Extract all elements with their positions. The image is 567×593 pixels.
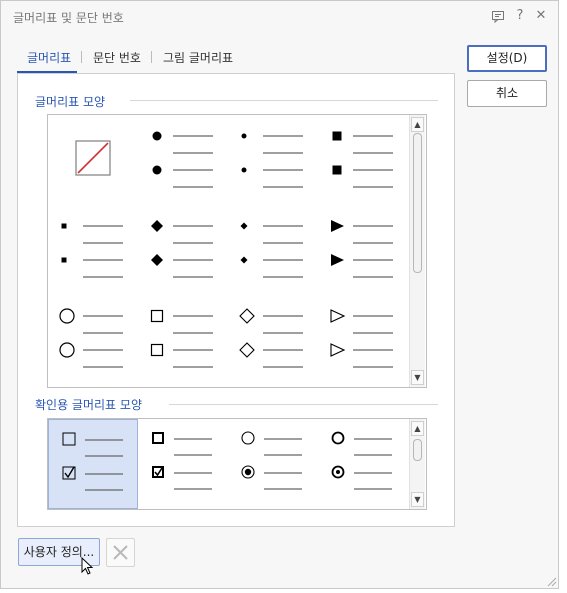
checkbox-style-bold-square-checkbox[interactable] <box>138 419 228 509</box>
scroll-thumb[interactable] <box>413 133 422 273</box>
scroll-down-icon[interactable]: ▼ <box>411 370 424 385</box>
bullet-grid-scrollbar[interactable]: ▲ ▼ <box>409 115 425 387</box>
close-icon[interactable]: ✕ <box>533 8 549 24</box>
scroll-up-icon[interactable]: ▲ <box>411 421 424 436</box>
small-diamond-icon <box>240 222 303 278</box>
tab-bullets[interactable]: 글머리표 <box>27 49 71 66</box>
scroll-down-icon[interactable]: ▼ <box>411 492 424 507</box>
filled-diamond-icon <box>151 220 213 278</box>
filled-square-icon <box>332 131 393 188</box>
tab-separator <box>151 51 152 63</box>
hollow-triangle-icon <box>330 309 393 368</box>
bullet-style-filled-diamond[interactable] <box>138 205 228 295</box>
checkbox-shapes-label: 확인용 글머리표 모양 <box>35 398 142 412</box>
radio-circle-icon <box>241 431 302 490</box>
checkbox-grid-scrollbar[interactable]: ▲ ▼ <box>409 419 425 509</box>
bullet-style-hollow-diamond[interactable] <box>228 295 318 385</box>
bullet-style-filled-circle[interactable] <box>138 115 228 205</box>
bullet-style-small-dot[interactable] <box>228 115 318 205</box>
scroll-up-icon[interactable]: ▲ <box>411 117 424 132</box>
bullet-style-filled-triangle[interactable] <box>318 205 408 295</box>
mouse-cursor-icon <box>81 557 94 575</box>
filled-triangle-icon <box>331 220 393 278</box>
help-icon[interactable]: ? <box>512 8 528 24</box>
filled-circle-icon <box>152 131 213 188</box>
bold-radio-circle-icon <box>331 431 392 490</box>
bullet-shapes-label: 글머리표 모양 <box>35 95 106 109</box>
bullet-style-hollow-triangle[interactable] <box>318 295 408 385</box>
bullet-style-small-diamond[interactable] <box>228 205 318 295</box>
small-dot-icon <box>241 133 303 188</box>
hollow-circle-icon <box>59 308 123 368</box>
bold-square-checkbox-icon <box>152 432 212 490</box>
tab-separator <box>81 51 82 63</box>
bullet-style-filled-square[interactable] <box>318 115 408 205</box>
checkbox-style-radio-circle[interactable] <box>228 419 318 509</box>
tab-panel: 글머리표 모양 ▲ ▼ 확인용 글머리표 모양 ▲ ▼ <box>17 73 455 527</box>
checkbox-style-square-checkbox[interactable] <box>48 419 138 509</box>
hollow-square-icon <box>150 309 213 368</box>
square-checkbox-icon <box>62 432 123 491</box>
bullet-style-hollow-circle[interactable] <box>48 295 138 385</box>
checkbox-style-bold-radio-circle[interactable] <box>318 419 408 509</box>
cancel-button[interactable]: 취소 <box>467 80 547 107</box>
small-square-icon <box>61 223 123 278</box>
scroll-thumb[interactable] <box>413 439 422 461</box>
delete-button[interactable] <box>106 538 135 567</box>
dialog-title: 글머리표 및 문단 번호 <box>13 11 124 25</box>
hollow-diamond-icon <box>239 308 303 368</box>
delete-x-icon <box>113 545 128 560</box>
section-divider <box>130 100 438 101</box>
ok-button[interactable]: 설정(D) <box>467 45 547 72</box>
bullet-shape-grid: ▲ ▼ <box>47 114 427 388</box>
title-bar: 글머리표 및 문단 번호 ? ✕ <box>1 1 558 33</box>
checkbox-shape-grid: ▲ ▼ <box>47 418 427 510</box>
bullet-style-hollow-square[interactable] <box>138 295 228 385</box>
none-icon <box>75 140 111 176</box>
bullet-style-none[interactable] <box>48 115 138 205</box>
resize-grip-icon[interactable] <box>545 575 557 587</box>
bullets-numbering-dialog: 글머리표 및 문단 번호 ? ✕ 글머리표 문단 번호 그림 글머리표 글머리표… <box>0 0 559 589</box>
section-divider <box>169 404 438 405</box>
tab-picture-bullets[interactable]: 그림 글머리표 <box>163 49 233 66</box>
tab-paragraph-numbering[interactable]: 문단 번호 <box>93 49 141 66</box>
bullet-style-small-square[interactable] <box>48 205 138 295</box>
chat-icon[interactable] <box>490 8 506 24</box>
